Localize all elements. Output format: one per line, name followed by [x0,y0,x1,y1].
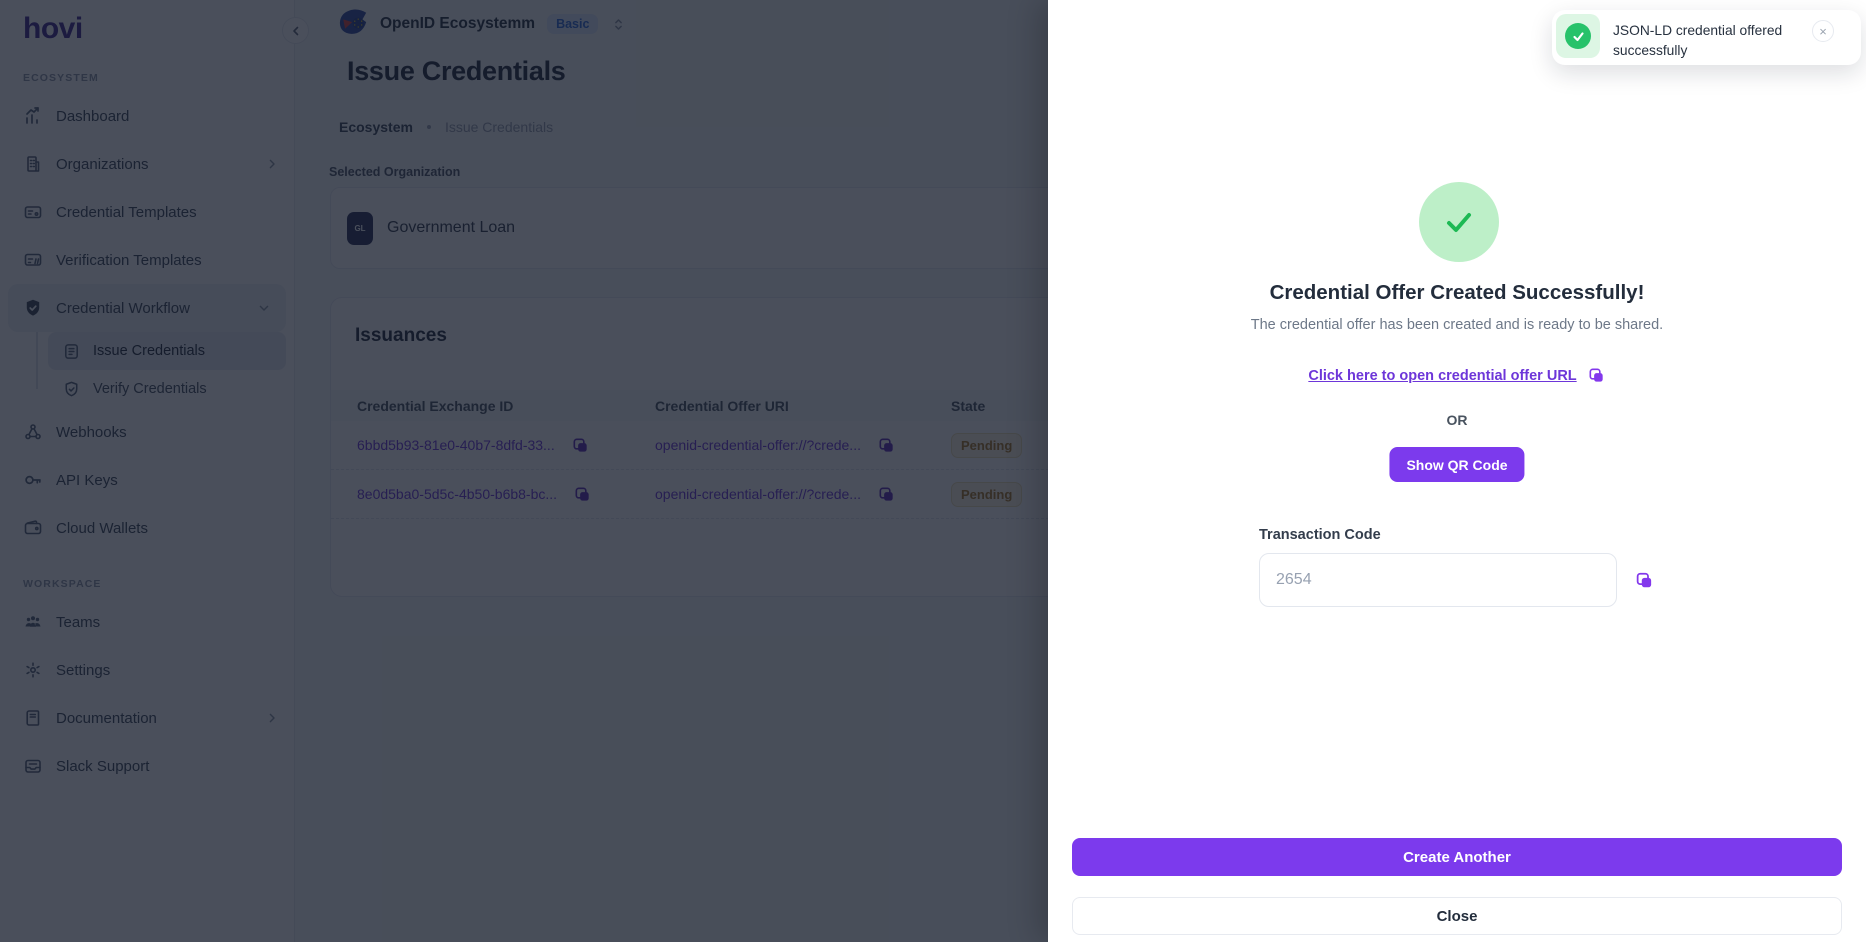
copy-icon[interactable] [1587,366,1606,385]
toast-close-button[interactable]: × [1812,20,1834,42]
success-title: Credential Offer Created Successfully! [1048,281,1866,305]
success-toast: JSON-LD credential offered successfully … [1552,10,1861,65]
success-check-circle [1419,182,1499,262]
offer-link-row: Click here to open credential offer URL [1048,366,1866,385]
copy-icon[interactable] [1634,570,1655,591]
toast-icon-background [1556,14,1600,58]
toast-check-icon [1565,23,1591,49]
close-button[interactable]: Close [1072,897,1842,935]
success-subtitle: The credential offer has been created an… [1048,317,1866,333]
show-qr-code-button[interactable]: Show QR Code [1389,447,1524,482]
or-separator-label: OR [1048,412,1866,428]
transaction-code-label: Transaction Code [1259,527,1655,543]
create-another-button[interactable]: Create Another [1072,838,1842,876]
toast-message: JSON-LD credential offered successfully [1613,14,1799,61]
credential-offer-success-panel: Credential Offer Created Successfully! T… [1048,0,1866,942]
check-icon [1440,203,1478,241]
transaction-code-input[interactable] [1259,553,1617,607]
open-credential-offer-url-link[interactable]: Click here to open credential offer URL [1308,368,1576,384]
transaction-code-group: Transaction Code [1259,527,1655,607]
